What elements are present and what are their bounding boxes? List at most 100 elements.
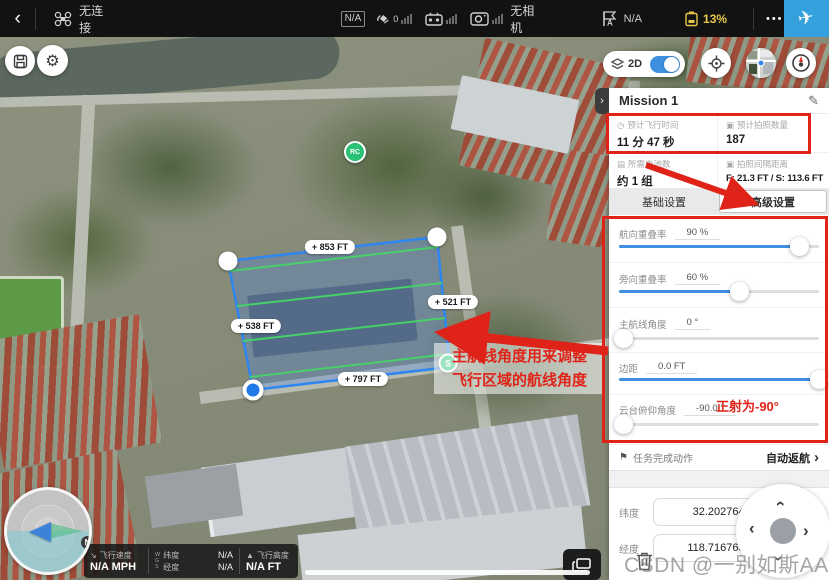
speed-value: N/A MPH [90, 561, 142, 573]
minimap-button[interactable] [746, 48, 776, 78]
gimbal-pitch-slider[interactable] [619, 423, 819, 426]
rc-mode-flag-icon[interactable]: A [602, 11, 619, 27]
watermark: CSDN @一别如斯AA [624, 549, 829, 579]
battery-icon[interactable] [684, 11, 699, 27]
polygon-vertex-handle-selected[interactable] [243, 380, 264, 401]
slider-thumb[interactable] [730, 282, 749, 301]
speed-icon: ↘ [90, 551, 97, 560]
settings-tabs: 基础设置 高级设置 [609, 188, 829, 215]
mission-settings-panel: Mission 1 ✎ ◷预计飞行时间 11 分 47 秒 ▣预计拍照数量 18… [609, 88, 829, 580]
route-angle-slider[interactable] [619, 337, 819, 340]
slider-side-overlap: 旁向重叠率60 % [619, 271, 819, 311]
edge-length-label: + 797 FT [338, 372, 388, 386]
chevron-right-icon: › [600, 95, 604, 107]
crosshair-icon [708, 55, 725, 72]
mission-stats: ◷预计飞行时间 11 分 47 秒 ▣预计拍照数量 187 ▤所需电池数 约 1… [609, 114, 829, 192]
locate-me-button[interactable] [701, 48, 731, 78]
course-overlap-value[interactable]: 90 % [675, 227, 721, 240]
slider-route-angle: 主航线角度0 ° [619, 316, 819, 356]
mission-settings-button[interactable]: ⚙ [37, 45, 68, 76]
polygon-vertex-handle[interactable] [428, 228, 447, 247]
map-view-toggle[interactable]: 2D [603, 51, 685, 77]
map-roofs-bottomleft [0, 314, 162, 470]
camera-link-icon[interactable] [470, 11, 489, 26]
edge-length-label: + 521 FT [428, 295, 478, 309]
edge-length-label: + 853 FT [305, 240, 355, 254]
altitude-value: N/A FT [246, 561, 290, 573]
connection-status: 无连接 [79, 2, 112, 36]
polygon-vertex-handle[interactable] [219, 252, 238, 271]
compass-needle-icon [791, 53, 811, 73]
gps-satellite-icon[interactable] [374, 11, 391, 26]
attitude-compass-indicator: N [4, 487, 92, 575]
2d-3d-toggle[interactable] [650, 56, 680, 73]
route-angle-value[interactable]: 0 ° [675, 317, 711, 330]
rc-mode-value: N/A [624, 13, 642, 25]
slider-thumb[interactable] [810, 370, 829, 389]
save-mission-button[interactable] [5, 46, 35, 76]
edit-pencil-icon[interactable]: ✎ [808, 93, 819, 109]
flight-mode-badge[interactable]: N/A [341, 11, 366, 27]
rc-location-marker: RC [344, 141, 366, 163]
dpad-right-button[interactable]: › [803, 522, 809, 539]
tab-advanced-settings[interactable]: 高级设置 [719, 190, 827, 213]
side-overlap-slider[interactable] [619, 290, 819, 293]
margin-slider[interactable] [619, 378, 819, 381]
telemetry-bar: ↘飞行速度 N/A MPH WGS 纬度N/A 经度N/A ▲飞行高度 N/A … [84, 544, 298, 578]
minimap-thumbnail [746, 48, 776, 78]
dpad-left-button[interactable]: › [749, 522, 755, 539]
annotation-gimbal-note: 正射为-90° [716, 396, 779, 415]
telemetry-lat: N/A [206, 550, 233, 560]
dpad-up-button[interactable]: › [770, 501, 787, 507]
panel-header: Mission 1 ✎ [609, 88, 829, 114]
panel-collapse-handle[interactable]: › [595, 88, 609, 114]
top-status-bar: ‹ 无连接 N/A 0 无相机 A N/A 13% ••• ✈ [0, 0, 829, 37]
map-roofs-right [546, 149, 614, 248]
tab-basic-settings[interactable]: 基础设置 [611, 190, 717, 213]
map-building-dark [247, 279, 418, 358]
chevron-right-icon: › [814, 449, 819, 466]
slider-course-overlap: 航向重叠率90 % [619, 226, 819, 266]
home-indicator[interactable] [305, 570, 590, 575]
mission-title: Mission 1 [619, 93, 678, 108]
battery-pack-icon: ▤ [617, 159, 625, 170]
layers-icon [611, 58, 624, 70]
gear-icon: ⚙ [45, 51, 59, 71]
rc-signal-bars-icon [446, 14, 457, 24]
aircraft-arrow-icon [29, 522, 51, 542]
camera-signal-bars-icon [492, 14, 503, 24]
slider-thumb[interactable] [614, 415, 633, 434]
remote-controller-icon[interactable] [425, 12, 443, 26]
view-mode-label: 2D [628, 58, 642, 70]
edge-length-label: + 538 FT [231, 319, 281, 333]
compass-reset-button[interactable] [786, 48, 816, 78]
margin-value[interactable]: 0.0 FT [646, 361, 697, 374]
app-root: + 853 FT + 521 FT + 538 FT + 797 FT S RC… [0, 0, 829, 580]
camera-status: 无相机 [510, 2, 543, 36]
altitude-icon: ▲ [246, 551, 254, 560]
stat-battery-count: ▤所需电池数 约 1 组 [609, 153, 718, 192]
telemetry-lng: N/A [206, 562, 233, 572]
dpad-center-button[interactable] [770, 518, 796, 544]
slider-thumb[interactable] [614, 329, 633, 348]
more-menu-button[interactable]: ••• [766, 13, 784, 25]
finish-action-row[interactable]: ⚑ 任务完成动作 自动返航 › [609, 444, 829, 470]
gps-count: 0 [393, 14, 398, 24]
back-button[interactable]: ‹ [0, 8, 35, 30]
battery-percent: 13% [703, 12, 727, 26]
drone-icon [54, 11, 72, 27]
stat-photo-count: ▣预计拍照数量 187 [718, 114, 829, 153]
slider-thumb[interactable] [790, 237, 809, 256]
gps-signal-bars-icon [401, 14, 412, 24]
map-layers-button[interactable] [563, 549, 601, 580]
interval-icon: ▣ [726, 159, 734, 170]
heading-wedge [49, 523, 83, 539]
side-overlap-value[interactable]: 60 % [675, 272, 721, 285]
stat-flight-time: ◷预计飞行时间 11 分 47 秒 [609, 114, 718, 153]
takeoff-button[interactable]: ✈ [784, 0, 829, 37]
course-overlap-slider[interactable] [619, 245, 819, 248]
airplane-icon: ✈ [796, 6, 816, 32]
clock-icon: ◷ [617, 120, 624, 131]
annotation-route-angle-note: 主航线角度用来调整 飞行区域的航线角度 [434, 343, 605, 394]
svg-text:A: A [607, 18, 613, 27]
